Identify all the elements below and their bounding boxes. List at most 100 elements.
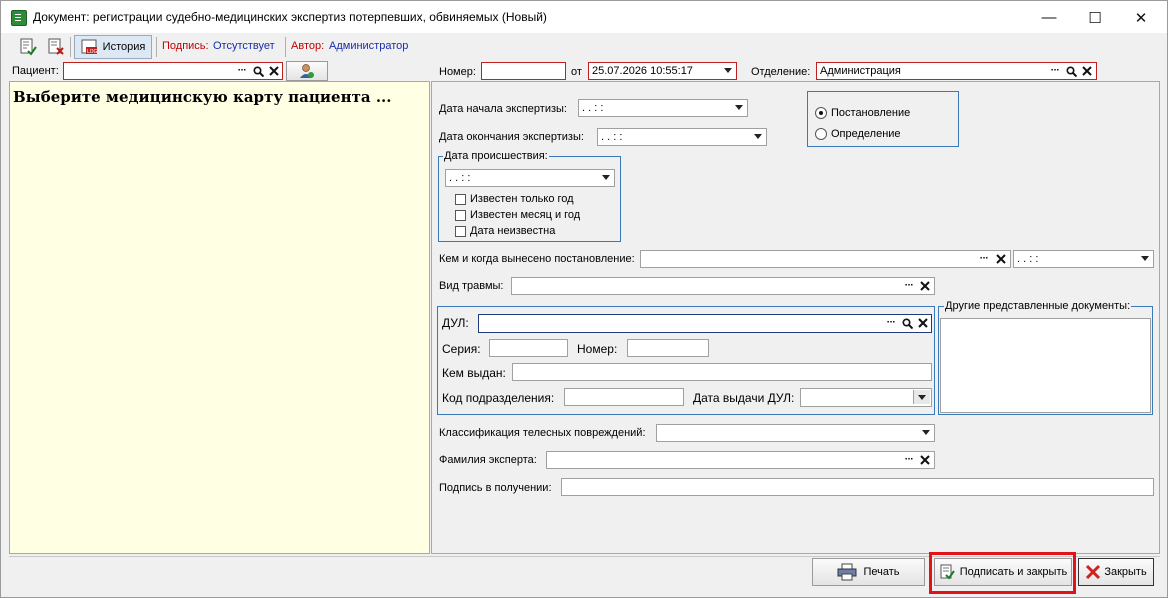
patient-browse-button[interactable]: ··· — [234, 64, 250, 78]
history-icon: LOG — [81, 39, 98, 55]
patient-select-message: Выберите медицинскую карту пациента ... — [13, 88, 392, 106]
from-label: от — [571, 66, 582, 78]
number-field[interactable] — [481, 62, 566, 80]
incident-date-group-title: Дата происшествия: — [443, 150, 549, 162]
doc-number-field[interactable] — [627, 339, 709, 357]
subdivision-code-field[interactable] — [564, 388, 684, 406]
author-label: Автор: — [291, 40, 325, 52]
department-browse-button[interactable]: ··· — [1047, 64, 1063, 78]
classification-field[interactable] — [656, 424, 935, 442]
user-card-icon — [300, 64, 314, 78]
doc-browse-button[interactable]: ··· — [883, 316, 899, 330]
maximize-button[interactable]: ☐ — [1072, 2, 1118, 33]
chevron-down-icon[interactable] — [1141, 256, 1149, 261]
expert-label: Фамилия эксперта: — [439, 454, 537, 466]
patient-label: Пациент: — [12, 65, 59, 77]
chevron-down-icon[interactable] — [754, 134, 762, 139]
number-label: Номер: — [439, 66, 476, 78]
expert-clear-button[interactable] — [917, 453, 933, 467]
exam-end-field[interactable]: . . : : — [597, 128, 767, 146]
doc-search-button[interactable] — [899, 316, 915, 330]
only-year-label: Известен только год — [470, 193, 574, 205]
close-icon — [918, 318, 928, 328]
history-button[interactable]: LOG История — [74, 35, 152, 59]
receipt-sign-field[interactable] — [561, 478, 1154, 496]
doc-label: ДУЛ: — [442, 316, 469, 330]
month-year-checkbox[interactable] — [455, 210, 466, 221]
identity-document-field[interactable]: ··· — [478, 314, 932, 333]
search-icon — [252, 65, 264, 77]
svg-text:LOG: LOG — [87, 49, 98, 55]
close-icon — [920, 455, 930, 465]
close-icon — [1082, 66, 1092, 76]
issue-date-label: Дата выдачи ДУЛ: — [693, 391, 795, 405]
date-unknown-checkbox[interactable] — [455, 226, 466, 237]
exam-start-value: . . : : — [582, 102, 604, 114]
history-label: История — [102, 41, 146, 53]
injury-type-field[interactable]: ··· — [511, 277, 935, 295]
who-when-browse-button[interactable]: ··· — [976, 252, 992, 266]
toolbar-separator — [285, 37, 286, 57]
who-when-date-value: . . : : — [1017, 253, 1039, 265]
issue-date-field[interactable] — [800, 388, 932, 407]
chevron-down-icon[interactable] — [922, 430, 930, 435]
close-window-button[interactable]: ✕ — [1118, 2, 1164, 33]
doc-clear-button[interactable] — [915, 316, 931, 330]
subdivision-code-label: Код подразделения: — [442, 391, 555, 405]
document-app-icon — [11, 10, 27, 26]
highlight-annotation — [929, 552, 1076, 594]
chevron-down-icon[interactable] — [735, 105, 743, 110]
unsign-doc-icon — [48, 38, 64, 55]
other-documents-textarea[interactable] — [940, 318, 1151, 413]
document-date-field[interactable]: 25.07.2026 10:55:17 — [588, 62, 737, 80]
expert-field[interactable]: ··· — [546, 451, 935, 469]
patient-search-button[interactable] — [250, 64, 266, 78]
window-title: Документ: регистрации судебно-медицински… — [33, 10, 547, 24]
who-when-date-field[interactable]: . . : : — [1013, 250, 1154, 268]
only-year-checkbox[interactable] — [455, 194, 466, 205]
issued-by-label: Кем выдан: — [442, 366, 506, 380]
radio-resolution[interactable] — [815, 107, 827, 119]
exam-end-value: . . : : — [601, 131, 623, 143]
patient-clear-button[interactable] — [266, 64, 282, 78]
unsign-document-button[interactable] — [45, 36, 67, 58]
date-unknown-label: Дата неизвестна — [470, 225, 556, 237]
patient-card-button[interactable] — [286, 61, 328, 81]
department-value: Администрация — [820, 65, 901, 77]
department-search-button[interactable] — [1063, 64, 1079, 78]
who-when-clear-button[interactable] — [993, 252, 1009, 266]
sign-document-button[interactable] — [17, 36, 39, 58]
department-field[interactable]: Администрация ··· — [816, 62, 1097, 80]
patient-field[interactable]: ··· — [63, 62, 283, 80]
exam-start-field[interactable]: . . : : — [578, 99, 748, 117]
department-clear-button[interactable] — [1079, 64, 1095, 78]
chevron-down-icon — [918, 395, 926, 400]
document-date-value: 25.07.2026 10:55:17 — [592, 65, 693, 77]
close-icon — [269, 66, 279, 76]
issued-by-field[interactable] — [512, 363, 932, 381]
chevron-down-icon[interactable] — [602, 175, 610, 180]
incident-date-field[interactable]: . . : : — [445, 169, 615, 187]
radio-resolution-label: Постановление — [831, 107, 911, 119]
close-button[interactable]: Закрыть — [1078, 558, 1154, 586]
close-icon — [996, 254, 1006, 264]
sign-status: Отсутствует — [213, 40, 275, 52]
who-when-field[interactable]: ··· — [640, 250, 1011, 268]
expert-browse-button[interactable]: ··· — [901, 453, 917, 467]
injury-type-label: Вид травмы: — [439, 280, 504, 292]
toolbar-separator — [70, 37, 71, 57]
department-label: Отделение: — [751, 66, 811, 78]
minimize-button[interactable]: — — [1026, 2, 1072, 33]
print-label: Печать — [863, 566, 900, 578]
injury-type-browse-button[interactable]: ··· — [901, 279, 917, 293]
print-button[interactable]: Печать — [812, 558, 925, 586]
sign-label: Подпись: — [162, 40, 209, 52]
chevron-down-icon[interactable] — [724, 68, 732, 73]
issue-date-dropdown-button[interactable] — [913, 390, 930, 404]
close-label: Закрыть — [1104, 566, 1147, 578]
radio-determination[interactable] — [815, 128, 827, 140]
sign-doc-icon — [20, 38, 37, 56]
series-field[interactable] — [489, 339, 568, 357]
injury-type-clear-button[interactable] — [917, 279, 933, 293]
receipt-sign-label: Подпись в получении: — [439, 482, 552, 494]
